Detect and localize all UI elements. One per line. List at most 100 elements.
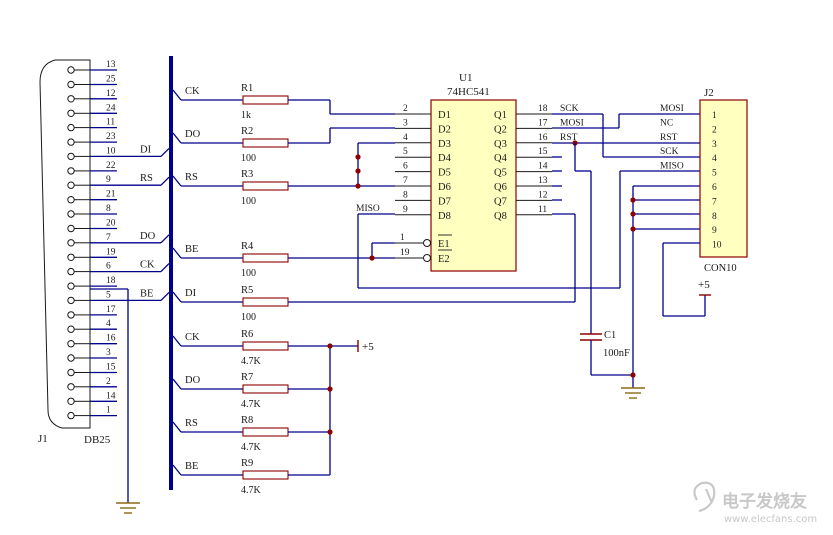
db25-pin-contact: [67, 354, 75, 362]
db25-pin-contact: [67, 325, 75, 333]
buffer-ic-ref: U1: [459, 72, 472, 84]
resistor-value: 4.7K: [241, 485, 262, 496]
pullup-supply: +5: [362, 341, 374, 353]
branch-net-label: RS: [185, 172, 198, 183]
buffer-pin-number: 13: [538, 176, 548, 186]
ground-symbol-left: [116, 502, 140, 514]
db25-ref: J1: [38, 433, 48, 445]
resistor-ref: R3: [241, 169, 253, 180]
db25-pin-contact: [67, 239, 75, 247]
buffer-pin-number: 9: [403, 205, 408, 215]
header-pin-number: 1: [712, 111, 717, 121]
db25-pin-number: 5: [106, 290, 111, 300]
header-body: [699, 99, 748, 258]
resistor-value: 1k: [241, 110, 251, 121]
db25-value: DB25: [84, 434, 111, 446]
db25-pin-contact: [67, 95, 75, 103]
resistor-ref: R5: [241, 285, 253, 296]
db25-pin-number: 16: [106, 334, 116, 344]
db25-pin-number: 15: [106, 363, 116, 373]
capacitor-value: 100nF: [603, 348, 630, 359]
buffer-pin-name: Q7: [494, 196, 507, 207]
header-net-sck: SCK: [660, 147, 679, 157]
buffer-pin-name: Q1: [494, 110, 507, 121]
schematic-canvas: 1312111098765432125242322212019181716151…: [38, 56, 817, 525]
db25-pin-number: 23: [106, 132, 116, 142]
buffer-output-net-sck: SCK: [560, 104, 579, 114]
db25-pin-contact: [67, 253, 75, 261]
header-pin-number: 8: [712, 212, 717, 222]
db25-pin-number: 4: [106, 319, 111, 329]
buffer-pin-name: D3: [438, 139, 451, 150]
buffer-pin-name: E1: [438, 239, 450, 250]
bus-net-label-be: BE: [140, 288, 153, 299]
resistor-body: [242, 297, 289, 307]
db25-pin-contact: [67, 267, 75, 276]
db25-pin-number: 2: [106, 377, 111, 387]
header-ref: J2: [704, 87, 714, 99]
branch-net-label: DO: [185, 129, 201, 140]
db25-pin-contact: [67, 152, 75, 161]
db25-pin-contact: [67, 383, 75, 391]
db25-pin-contact: [67, 181, 75, 189]
db25-pin-contact: [67, 224, 75, 233]
branch-net-label: BE: [185, 244, 198, 255]
db25-connector: 1312111098765432125242322212019181716151…: [38, 59, 117, 446]
db25-pin-number: 8: [106, 204, 111, 214]
resistor-value: 100: [241, 268, 256, 279]
branch-net-label: DO: [185, 375, 201, 386]
db25-pin-number: 24: [106, 103, 116, 113]
db25-pin-number: 20: [106, 219, 116, 229]
buffer-pin-number: 18: [538, 104, 548, 114]
buffer-pin-number: 2: [403, 104, 408, 114]
header-value: CON10: [704, 263, 737, 274]
buffer-ic-part: 74HC541: [447, 86, 490, 98]
resistor-value: 100: [241, 196, 256, 207]
resistor-ref: R8: [241, 415, 253, 426]
db25-pin-contact: [67, 123, 75, 132]
db25-pin-number: 13: [106, 60, 116, 70]
buffer-pin-name: D6: [438, 182, 451, 193]
db25-pin-number: 17: [106, 305, 116, 315]
watermark-url: www.elecfans.com: [724, 514, 817, 525]
header-net-rst: RST: [660, 133, 678, 143]
resistor-value: 4.7K: [241, 356, 262, 367]
db25-pin-number: 6: [106, 262, 111, 272]
db25-pin-contact: [67, 282, 75, 290]
header-pin-number: 9: [712, 226, 717, 236]
header-net-nc: NC: [660, 118, 673, 128]
buffer-pin-name: Q5: [494, 168, 507, 179]
resistor-value: 4.7K: [241, 399, 262, 410]
db25-pin-number: 14: [106, 391, 116, 401]
header-pin-number: 7: [712, 197, 717, 207]
resistor-value: 100: [241, 312, 256, 323]
header-pin-number: 2: [712, 125, 717, 135]
buffer-pin-number: 14: [538, 162, 548, 172]
db25-pin-contact: [67, 210, 75, 218]
buffer-pin-number: 19: [400, 248, 410, 258]
db25-pin-contact: [67, 196, 75, 204]
resistor-value: 4.7K: [241, 442, 262, 453]
db25-pin-number: 11: [106, 118, 115, 128]
buffer-pin-name: D7: [438, 196, 451, 207]
buffer-pin-name: D5: [438, 168, 451, 179]
db25-pin-number: 1: [106, 406, 111, 416]
buffer-pin-number: 5: [403, 147, 408, 157]
db25-pin-contact: [67, 80, 75, 89]
resistor-ref: R6: [241, 329, 253, 340]
buffer-pin-number: 7: [403, 176, 408, 186]
buffer-pin-name: Q6: [494, 182, 507, 193]
buffer-pin-name: E2: [438, 254, 450, 265]
ground-symbol-right: [621, 387, 645, 399]
resistor-body: [242, 253, 289, 263]
inversion-bubble: [423, 254, 431, 262]
header-pin-number: 4: [712, 154, 717, 164]
watermark-cn: 电子发烧友: [722, 491, 807, 512]
resistor-body: [242, 138, 289, 148]
resistor-body: [242, 384, 289, 394]
db25-pin-number: 3: [106, 348, 111, 358]
buffer-pin-name: Q8: [494, 211, 507, 222]
inversion-bubble: [423, 239, 431, 247]
buffer-pin-number: 4: [403, 133, 408, 143]
buffer-pin-number: 1: [400, 233, 405, 243]
